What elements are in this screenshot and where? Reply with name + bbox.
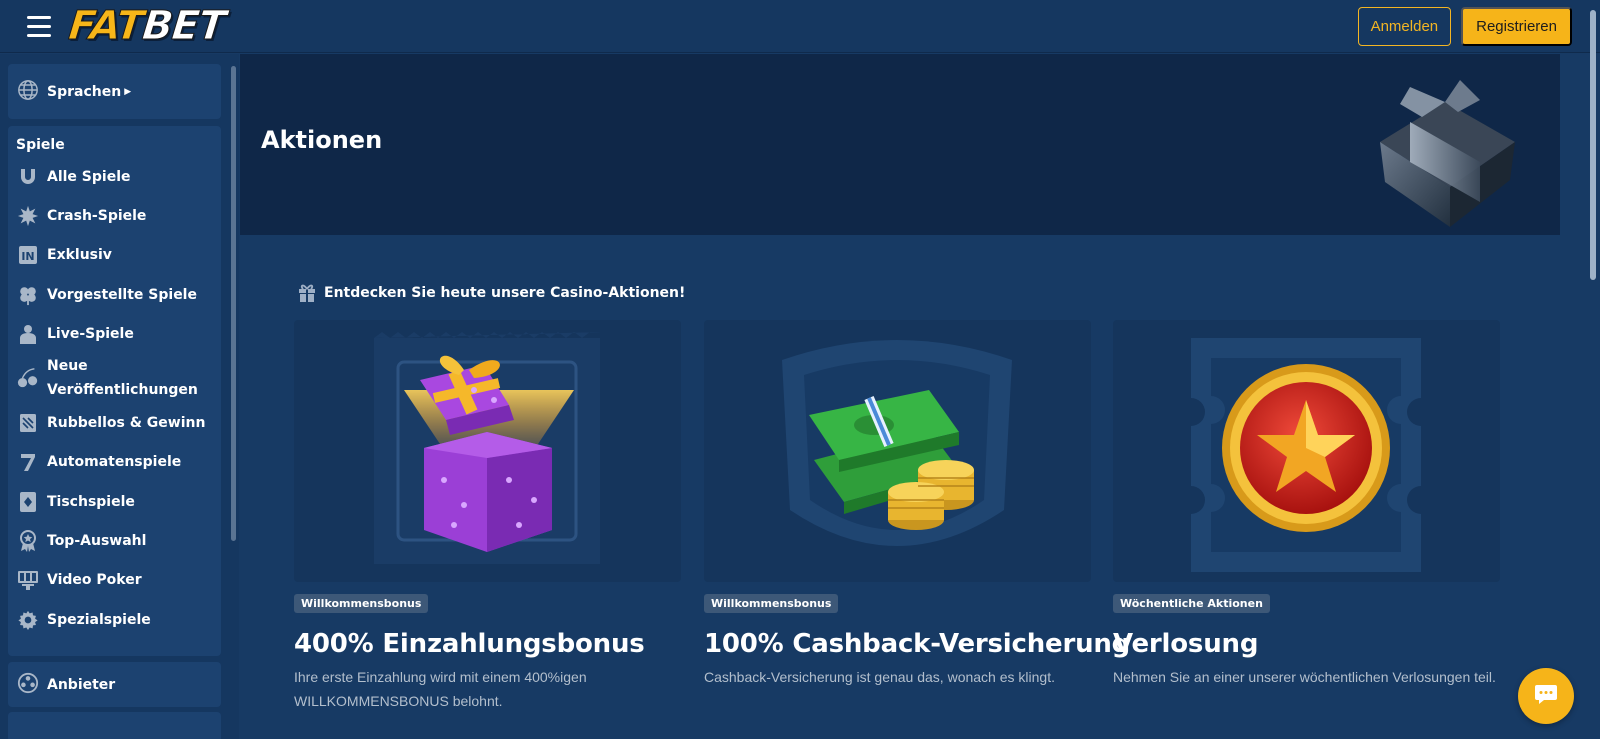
promo-badge: Willkommensbonus bbox=[704, 594, 839, 613]
sidebar-item-alle-spiele[interactable]: Alle Spiele bbox=[8, 157, 221, 196]
sidebar-item-label: Neue Veröffentlichungen bbox=[47, 358, 198, 399]
sidebar-scrollbar[interactable] bbox=[231, 66, 236, 541]
caret-right-icon: ▶ bbox=[124, 86, 132, 97]
providers-icon bbox=[17, 672, 39, 698]
sidebar-item-video-poker[interactable]: Video Poker bbox=[8, 561, 221, 600]
promo-description: Cashback-Versicherung ist genau das, won… bbox=[704, 669, 1055, 685]
providers-link[interactable]: Anbieter bbox=[8, 662, 221, 707]
dealer-icon bbox=[17, 323, 39, 345]
horseshoe-icon bbox=[17, 166, 39, 188]
sidebar-item-top-auswahl[interactable]: Top-Auswahl bbox=[8, 521, 221, 560]
sidebar-item-spezialspiele[interactable]: Spezialspiele bbox=[8, 600, 221, 639]
sidebar-item-label: Live-Spiele bbox=[47, 325, 134, 342]
sidebar-item-label: Automatenspiele bbox=[47, 454, 182, 471]
video-poker-icon bbox=[17, 569, 39, 591]
sidebar-item-vorgestellte-spiele[interactable]: Vorgestellte Spiele bbox=[8, 275, 221, 314]
sidebar-item-label: Video Poker bbox=[47, 572, 142, 589]
sidebar-item-tischspiele[interactable]: Tischspiele bbox=[8, 482, 221, 521]
promo-card-raffle[interactable]: Wöchentliche Aktionen Verlosung Nehmen S… bbox=[1113, 320, 1500, 689]
promo-card-cashback[interactable]: Willkommensbonus 100% Cashback-Versicher… bbox=[704, 320, 1131, 689]
gear-icon bbox=[17, 609, 39, 631]
promo-title: 400% Einzahlungsbonus bbox=[294, 629, 645, 659]
sidebar-item-label: Alle Spiele bbox=[47, 168, 131, 185]
sidebar-item-label: Exklusiv bbox=[47, 247, 112, 264]
sidebar-item-rubbellos[interactable]: Rubbellos & Gewinn bbox=[8, 403, 221, 442]
sidebar-item-label: Top-Auswahl bbox=[47, 533, 147, 550]
promo-card-image bbox=[704, 320, 1091, 582]
promotions-heading-text: Entdecken Sie heute unsere Casino-Aktion… bbox=[324, 285, 686, 301]
language-selector[interactable]: Sprachen ▶ bbox=[8, 64, 221, 119]
sidebar-item-exklusiv[interactable]: IN Exklusiv bbox=[8, 236, 221, 275]
sidebar-next-section[interactable] bbox=[8, 712, 221, 739]
promo-title: 100% Cashback-Versicherung bbox=[704, 629, 1131, 659]
promo-title: Verlosung bbox=[1113, 629, 1259, 659]
fatbet-logo[interactable]: FATBET bbox=[66, 3, 228, 50]
chat-bubble-icon bbox=[1534, 683, 1558, 709]
promo-description: Ihre erste Einzahlung wird mit einem 400… bbox=[294, 669, 587, 709]
providers-label: Anbieter bbox=[47, 676, 116, 693]
sidebar-item-label: Rubbellos & Gewinn bbox=[47, 415, 206, 432]
sidebar-item-automatenspiele[interactable]: Automatenspiele bbox=[8, 443, 221, 482]
promo-badge: Wöchentliche Aktionen bbox=[1113, 594, 1270, 613]
sidebar-item-label: Vorgestellte Spiele bbox=[47, 286, 197, 303]
promo-card-image bbox=[294, 320, 681, 582]
register-button[interactable]: Registrieren bbox=[1461, 6, 1572, 46]
sidebar-item-neue-veroeffentlichungen[interactable]: Neue Veröffentlichungen bbox=[8, 353, 221, 403]
sidebar: Sprachen ▶ Spiele Alle Spiele Crash-Spie… bbox=[0, 54, 239, 739]
award-icon bbox=[17, 530, 39, 553]
sidebar-item-live-spiele[interactable]: Live-Spiele bbox=[8, 314, 221, 353]
hamburger-menu-icon[interactable] bbox=[15, 0, 63, 53]
sidebar-item-label: Tischspiele bbox=[47, 493, 135, 510]
promotions-heading: Entdecken Sie heute unsere Casino-Aktion… bbox=[298, 283, 685, 303]
hero-banner: Aktionen bbox=[240, 54, 1560, 235]
sidebar-item-label: Spezialspiele bbox=[47, 611, 151, 628]
promo-description: Nehmen Sie an einer unserer wöchentliche… bbox=[1113, 669, 1496, 685]
sidebar-item-label: Crash-Spiele bbox=[47, 207, 147, 224]
promo-card-image bbox=[1113, 320, 1500, 582]
globe-icon bbox=[17, 79, 39, 105]
promo-badge: Willkommensbonus bbox=[294, 594, 429, 613]
scratch-card-icon bbox=[17, 412, 39, 434]
exclusive-icon: IN bbox=[17, 244, 39, 266]
games-section: Spiele Alle Spiele Crash-Spiele IN Exklu… bbox=[8, 126, 221, 656]
svg-text:IN: IN bbox=[21, 250, 34, 263]
page-scrollbar[interactable] bbox=[1590, 10, 1596, 280]
clover-icon bbox=[17, 284, 39, 306]
games-heading: Spiele bbox=[16, 137, 65, 153]
sidebar-item-crash-spiele[interactable]: Crash-Spiele bbox=[8, 196, 221, 235]
top-header: FATBET Anmelden Registrieren bbox=[0, 0, 1600, 53]
chat-button[interactable] bbox=[1518, 668, 1574, 724]
seven-icon bbox=[17, 451, 39, 473]
hero-gift-icon bbox=[1350, 62, 1530, 236]
promo-card-welcome-bonus[interactable]: Willkommensbonus 400% Einzahlungsbonus I… bbox=[294, 320, 681, 713]
playing-card-icon bbox=[17, 491, 39, 513]
explosion-icon bbox=[17, 205, 39, 227]
gift-icon bbox=[298, 283, 316, 303]
cherries-icon bbox=[17, 367, 39, 389]
main-content: Aktionen Entdecken Sie heute unsere Casi… bbox=[240, 54, 1560, 739]
page-title: Aktionen bbox=[261, 126, 383, 154]
login-button[interactable]: Anmelden bbox=[1357, 6, 1452, 46]
language-label: Sprachen bbox=[47, 83, 122, 100]
